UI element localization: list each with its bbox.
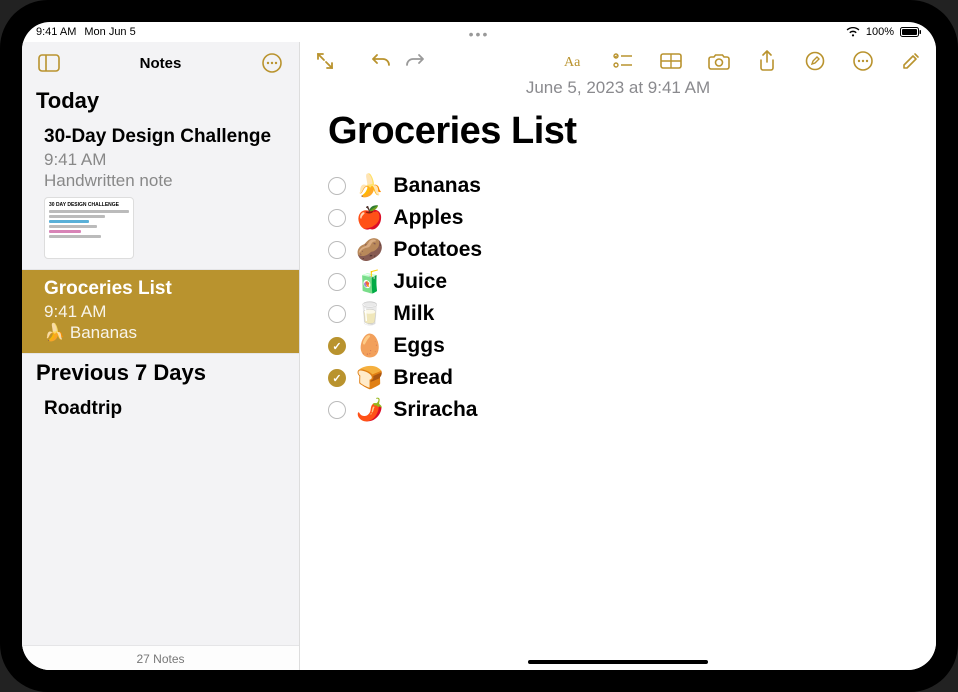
camera-icon[interactable] <box>704 46 734 76</box>
note-item-preview: Handwritten note <box>44 171 285 191</box>
status-time: 9:41 AM <box>36 26 76 38</box>
item-label: Potatoes <box>393 238 482 262</box>
status-date: Mon Jun 5 <box>84 26 135 38</box>
item-emoji: 🌶️ <box>356 397 383 423</box>
sidebar: Notes Today 30-Day Design Challenge 9:41… <box>22 42 300 670</box>
checklist-item[interactable]: 🍌 Bananas <box>328 173 908 199</box>
wifi-icon <box>846 27 860 37</box>
note-item-groceries[interactable]: Groceries List 9:41 AM 🍌 Bananas <box>22 270 299 354</box>
checklist-item[interactable]: 🥛 Milk <box>328 301 908 327</box>
item-label: Apples <box>393 206 463 230</box>
item-emoji: 🥚 <box>356 333 383 359</box>
note-thumbnail: 30 DAY DESIGN CHALLENGE <box>44 197 134 259</box>
item-label: Juice <box>393 270 447 294</box>
check-circle-icon[interactable] <box>328 401 346 419</box>
item-emoji: 🍞 <box>356 365 383 391</box>
note-item-preview: 🍌 Bananas <box>44 323 285 343</box>
item-emoji: 🍌 <box>356 173 383 199</box>
main-note-area: Aa <box>300 42 936 670</box>
check-circle-icon[interactable] <box>328 337 346 355</box>
sidebar-toggle-icon[interactable] <box>34 48 64 78</box>
toolbar: Aa <box>300 42 936 80</box>
table-icon[interactable] <box>656 46 686 76</box>
checklist-item[interactable]: 🍞 Bread <box>328 365 908 391</box>
checklist-item[interactable]: 🧃 Juice <box>328 269 908 295</box>
note-title[interactable]: Groceries List <box>328 110 908 153</box>
item-label: Milk <box>393 302 434 326</box>
note-date: June 5, 2023 at 9:41 AM <box>300 78 936 98</box>
sidebar-footer-count: 27 Notes <box>22 645 299 670</box>
note-item-title: Roadtrip <box>44 398 285 420</box>
item-emoji: 🥛 <box>356 301 383 327</box>
section-header-prev7: Previous 7 Days <box>22 354 299 390</box>
status-bar: 9:41 AM Mon Jun 5 ••• 100% <box>22 22 936 42</box>
fullscreen-icon[interactable] <box>310 46 340 76</box>
item-label: Bread <box>393 366 453 390</box>
check-circle-icon[interactable] <box>328 177 346 195</box>
check-circle-icon[interactable] <box>328 273 346 291</box>
more-options-icon[interactable] <box>257 48 287 78</box>
check-circle-icon[interactable] <box>328 369 346 387</box>
checklist-item[interactable]: 🥔 Potatoes <box>328 237 908 263</box>
check-circle-icon[interactable] <box>328 305 346 323</box>
item-label: Eggs <box>393 334 444 358</box>
checklist: 🍌 Bananas 🍎 Apples 🥔 Potatoes 🧃 Juice 🥛 Milk 🥚 Eggs… <box>328 173 908 423</box>
note-item-title: 30-Day Design Challenge <box>44 126 285 148</box>
section-header-today: Today <box>22 82 299 118</box>
svg-text:Aa: Aa <box>564 55 581 70</box>
multitasking-dots[interactable]: ••• <box>469 26 490 42</box>
item-label: Bananas <box>393 174 481 198</box>
item-emoji: 🍎 <box>356 205 383 231</box>
item-label: Sriracha <box>393 398 477 422</box>
undo-icon[interactable] <box>366 46 396 76</box>
note-item-time: 9:41 AM <box>44 302 285 322</box>
checklist-item[interactable]: 🌶️ Sriracha <box>328 397 908 423</box>
note-item-design-challenge[interactable]: 30-Day Design Challenge 9:41 AM Handwrit… <box>22 118 299 270</box>
battery-percent: 100% <box>866 26 894 38</box>
compose-icon[interactable] <box>896 46 926 76</box>
note-item-roadtrip[interactable]: Roadtrip <box>22 390 299 430</box>
checklist-item[interactable]: 🍎 Apples <box>328 205 908 231</box>
home-indicator[interactable] <box>528 660 708 664</box>
item-emoji: 🥔 <box>356 237 383 263</box>
item-emoji: 🧃 <box>356 269 383 295</box>
checklist-item[interactable]: 🥚 Eggs <box>328 333 908 359</box>
note-item-time: 9:41 AM <box>44 150 285 170</box>
check-circle-icon[interactable] <box>328 241 346 259</box>
redo-icon[interactable] <box>400 46 430 76</box>
markup-icon[interactable] <box>800 46 830 76</box>
more-icon[interactable] <box>848 46 878 76</box>
battery-icon <box>900 27 922 37</box>
check-circle-icon[interactable] <box>328 209 346 227</box>
sidebar-title: Notes <box>140 55 182 72</box>
note-item-title: Groceries List <box>44 278 285 300</box>
text-format-icon[interactable]: Aa <box>560 46 590 76</box>
share-icon[interactable] <box>752 46 782 76</box>
checklist-icon[interactable] <box>608 46 638 76</box>
